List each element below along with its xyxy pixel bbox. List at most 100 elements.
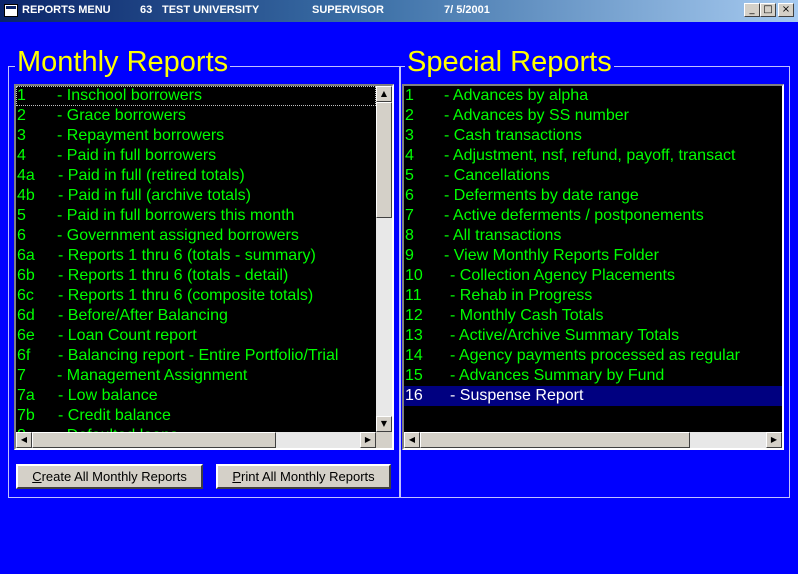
scroll-down-button[interactable]: ▼ xyxy=(376,416,392,432)
list-item-label: - Cash transactions xyxy=(444,127,582,144)
list-item[interactable]: 7b - Credit balance xyxy=(16,406,376,426)
list-item-label: - Reports 1 thru 6 (totals - detail) xyxy=(58,267,289,284)
list-item-number: 8 xyxy=(405,227,414,244)
special-reports-list[interactable]: 1 - Advances by alpha 2 - Advances by SS nu… xyxy=(402,84,784,450)
list-item-label: - Reports 1 thru 6 (composite totals) xyxy=(58,287,314,304)
list-item[interactable]: 12 - Monthly Cash Totals xyxy=(404,306,782,326)
window-menu-icon[interactable] xyxy=(4,4,18,17)
list-item[interactable]: 1- Inschool borrowers xyxy=(16,86,376,106)
scroll-right-button[interactable]: ▶ xyxy=(766,432,782,448)
list-item[interactable]: 6b - Reports 1 thru 6 (totals - detail) xyxy=(16,266,376,286)
list-item-label: - Advances by alpha xyxy=(444,87,589,104)
scroll-left-button[interactable]: ◀ xyxy=(16,432,32,448)
list-item-number: 6 xyxy=(17,227,26,244)
print-all-monthly-reports-button[interactable]: Print All Monthly Reports xyxy=(216,464,391,489)
list-item-number: 5 xyxy=(17,207,26,224)
list-item-number: 12 xyxy=(405,307,423,324)
list-item-label: - Grace borrowers xyxy=(57,107,186,124)
list-item-label: - Collection Agency Placements xyxy=(450,267,675,284)
list-item[interactable]: 8 - All transactions xyxy=(404,226,782,246)
arrow-up-icon: ▲ xyxy=(380,89,388,98)
list-item[interactable]: 13 - Active/Archive Summary Totals xyxy=(404,326,782,346)
list-item-number: 2 xyxy=(405,107,414,124)
list-item[interactable]: 10 - Collection Agency Placements xyxy=(404,266,782,286)
scroll-right-button[interactable]: ▶ xyxy=(360,432,376,448)
list-item-number: 7 xyxy=(17,367,26,384)
title-bar[interactable]: REPORTS MENU 63 TEST UNIVERSITY SUPERVIS… xyxy=(0,0,798,22)
title-bar-gradient xyxy=(0,0,798,22)
scroll-up-button[interactable]: ▲ xyxy=(376,86,392,102)
list-item-number: 5 xyxy=(405,167,414,184)
list-item[interactable]: 6c - Reports 1 thru 6 (composite totals) xyxy=(16,286,376,306)
arrow-right-icon: ▶ xyxy=(770,435,778,444)
monthly-horizontal-scrollbar[interactable]: ◀ ▶ xyxy=(16,432,376,448)
list-item[interactable]: 6e - Loan Count report xyxy=(16,326,376,346)
list-item[interactable]: 14 - Agency payments processed as regular xyxy=(404,346,782,366)
list-item-label: - Adjustment, nsf, refund, payoff, trans… xyxy=(444,147,736,164)
list-item-label: - Advances by SS number xyxy=(444,107,629,124)
arrow-left-icon: ◀ xyxy=(20,435,28,444)
arrow-left-icon: ◀ xyxy=(408,435,416,444)
list-item-number: 3 xyxy=(17,127,26,144)
list-item[interactable]: 15 - Advances Summary by Fund xyxy=(404,366,782,386)
arrow-right-icon: ▶ xyxy=(364,435,372,444)
list-item[interactable]: 4 - Adjustment, nsf, refund, payoff, tran… xyxy=(404,146,782,166)
list-item[interactable]: 3 - Cash transactions xyxy=(404,126,782,146)
list-item[interactable]: 9 - View Monthly Reports Folder xyxy=(404,246,782,266)
list-item[interactable]: 7a - Low balance xyxy=(16,386,376,406)
monthly-vertical-scrollbar[interactable]: ▲ ▼ xyxy=(376,86,392,432)
maximize-button[interactable]: □ xyxy=(760,3,776,17)
window-title: REPORTS MENU xyxy=(22,4,111,16)
close-icon: × xyxy=(781,4,791,15)
close-button[interactable]: × xyxy=(778,3,794,17)
list-item[interactable]: 16 - Suspense Report xyxy=(404,386,782,406)
list-item[interactable]: 4b - Paid in full (archive totals) xyxy=(16,186,376,206)
list-item[interactable]: 6d - Before/After Balancing xyxy=(16,306,376,326)
list-item-label: - View Monthly Reports Folder xyxy=(444,247,659,264)
list-item-label: - Low balance xyxy=(58,387,158,404)
list-item[interactable]: 3 - Repayment borrowers xyxy=(16,126,376,146)
list-item[interactable]: 1 - Advances by alpha xyxy=(404,86,782,106)
list-item-number: 1 xyxy=(405,87,414,104)
list-item[interactable]: 4a - Paid in full (retired totals) xyxy=(16,166,376,186)
special-horizontal-scrollbar[interactable]: ◀ ▶ xyxy=(404,432,782,448)
list-item-number: 4 xyxy=(405,147,414,164)
list-item[interactable]: 6f - Balancing report - Entire Portfolio/… xyxy=(16,346,376,366)
list-item-number: 2 xyxy=(17,107,26,124)
list-item[interactable]: 2 - Grace borrowers xyxy=(16,106,376,126)
list-item-label: - Paid in full (archive totals) xyxy=(58,187,251,204)
list-item[interactable]: 6a - Reports 1 thru 6 (totals - summary) xyxy=(16,246,376,266)
list-item[interactable]: 7 - Active deferments / postponements xyxy=(404,206,782,226)
monthly-reports-list[interactable]: 1- Inschool borrowers 2 - Grace borrowers 3… xyxy=(14,84,394,450)
list-item[interactable]: 5 - Paid in full borrowers this month xyxy=(16,206,376,226)
minimize-button[interactable]: _ xyxy=(744,3,760,17)
list-item-number: 13 xyxy=(405,327,423,344)
special-reports-title: Special Reports xyxy=(405,45,614,79)
list-item[interactable]: 6 - Government assigned borrowers xyxy=(16,226,376,246)
scroll-thumb-horizontal[interactable] xyxy=(32,432,276,448)
list-item[interactable]: 7 - Management Assignment xyxy=(16,366,376,386)
list-item-label: - Credit balance xyxy=(58,407,171,424)
scroll-left-button[interactable]: ◀ xyxy=(404,432,420,448)
list-item[interactable]: 4 - Paid in full borrowers xyxy=(16,146,376,166)
list-item-number: 6c xyxy=(17,287,34,304)
list-item[interactable]: 5 - Cancellations xyxy=(404,166,782,186)
list-item-number: 7a xyxy=(17,387,35,404)
list-item-label: - Paid in full (retired totals) xyxy=(58,167,245,184)
list-item[interactable]: 6 - Deferments by date range xyxy=(404,186,782,206)
list-item-label: - Agency payments processed as regular xyxy=(450,347,740,364)
list-item-label: - Paid in full borrowers xyxy=(57,147,217,164)
list-item-label: - Reports 1 thru 6 (totals - summary) xyxy=(58,247,316,264)
scroll-thumb-horizontal[interactable] xyxy=(420,432,690,448)
list-item-number: 4a xyxy=(17,167,35,184)
create-all-monthly-reports-button[interactable]: Create All Monthly Reports xyxy=(16,464,203,489)
scrollbar-corner xyxy=(376,432,392,448)
list-item[interactable]: 11 - Rehab in Progress xyxy=(404,286,782,306)
list-item[interactable]: 2 - Advances by SS number xyxy=(404,106,782,126)
list-item-number: 6e xyxy=(17,327,35,344)
list-item-label: - All transactions xyxy=(444,227,562,244)
minimize-icon: _ xyxy=(749,4,755,15)
list-item-number: 16 xyxy=(405,387,423,404)
scroll-thumb[interactable] xyxy=(376,102,392,218)
list-item-number: 4 xyxy=(17,147,26,164)
